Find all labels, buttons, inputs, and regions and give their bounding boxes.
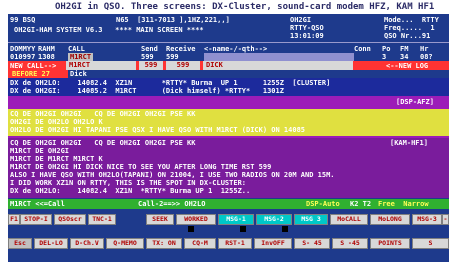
fkey-qmemo[interactable]: Q-MEMO (106, 238, 144, 249)
field-dommyy: DOMMYY (10, 45, 36, 53)
status-call2: Call-2==>> OH2LO (138, 200, 206, 208)
fkey-dchv[interactable]: D-Ch.V (70, 238, 104, 249)
indicator-3 (282, 226, 288, 232)
rtty-line-2: OH2GI DE OH2LO OH2LO K (10, 118, 103, 126)
kam-line-3: M1RCT DE M1RCT M1RCT K (10, 155, 103, 163)
fkey-qsoscr[interactable]: QSOscr (54, 214, 86, 225)
cluster-spot-2: DX de OH2GI: 14085.2 M1RCT (Dick himself… (10, 87, 284, 95)
fkey-extra[interactable]: - (442, 214, 449, 225)
value-po: 3 (382, 53, 387, 61)
fkey-msg-3b[interactable]: MSG-3 (412, 214, 442, 225)
value-fm: 34 (400, 53, 409, 61)
header-bsq: 99 BSQ (10, 16, 36, 24)
field-po: Po (382, 45, 391, 53)
fkey-worked[interactable]: WORKED (176, 214, 216, 225)
kam-line-7: DX de OH2LO: 14082.4 XZ1N *RTTY* Burma U… (10, 187, 251, 195)
fkey-cqm[interactable]: CQ-M (184, 238, 216, 249)
fkey-s45b[interactable]: S -45 (332, 238, 368, 249)
field-call: CALL (68, 45, 85, 53)
new-call-input[interactable]: M1RCT (66, 61, 136, 70)
value-receive[interactable]: 599 (166, 53, 179, 61)
value-date: 010997 (10, 53, 36, 61)
kam-line-6: I DID WORK XZ1N ON RTTY, THIS IS THE SPO… (10, 179, 247, 187)
field-conn: Conn (354, 45, 371, 53)
new-log-label: <--NEW LOG (386, 62, 429, 70)
value-name-qth[interactable] (204, 53, 354, 61)
rtty-line-1: CQ DE OH2GI OH2GI CQ DE OH2GI OH2GI PSE … (10, 110, 196, 118)
field-receive: Receive (166, 45, 196, 53)
kam-line-5: ALSO I HAVE QSO WITH OH2LO(TAPANI) ON 21… (10, 171, 335, 179)
new-receive-input[interactable]: 599 (166, 61, 200, 70)
fkey-seek[interactable]: SEEK (146, 214, 174, 225)
header-rtty-qso: RTTY-QSO (290, 24, 324, 32)
header-qso-number: QSO Nr...91 (384, 32, 431, 40)
fkey-rst1[interactable]: RST-1 (218, 238, 252, 249)
header-clock: 13:01:09 (290, 32, 324, 40)
value-time: 1308 (38, 53, 55, 61)
value-call[interactable]: M1RCT (68, 53, 94, 61)
before-count: BEFORE 27 (12, 70, 50, 78)
kam-line-4: M1RCT DE OH2GI HI DICK NICE TO SEE YOU A… (10, 163, 272, 171)
status-call: M1RCT <<=Call (10, 200, 65, 208)
header-own-call: OH2GI (290, 16, 312, 24)
indicator-2 (240, 226, 246, 232)
fkey-mocall[interactable]: MoCALL (330, 214, 368, 225)
fkey-msg2[interactable]: MSG-2 (256, 214, 292, 225)
kam-line-1: CQ DE OH2GI OH2GI CQ DE OH2GI OH2GI PSE … (10, 139, 196, 147)
field-hr: Hr (420, 45, 429, 53)
kam-tag: [KAM-HF1] (390, 139, 428, 147)
header-divider (8, 42, 449, 43)
new-name-input[interactable]: DICK (203, 61, 353, 70)
photo-frame: OH2GI in QSO. Three screens: DX-Cluster,… (0, 0, 454, 275)
fkey-s[interactable]: S (412, 238, 449, 249)
new-send-input[interactable]: 599 (139, 61, 163, 70)
screen-caption: OH2GI in QSO. Three screens: DX-Cluster,… (55, 2, 435, 12)
fkey-s45a[interactable]: S- 45 (294, 238, 330, 249)
indicator-1 (188, 226, 194, 232)
value-send[interactable]: 599 (141, 53, 154, 61)
app-title: OH2GI-HAM SYSTEM V6.3 **** MAIN SCREEN *… (14, 26, 204, 34)
fkey-f1[interactable]: F1 (8, 214, 20, 225)
rtty-line-3: OH2LO DE OH2GI HI TAPANI PSE QSX I HAVE … (10, 126, 306, 134)
fkey-tnc1[interactable]: TNC-1 (88, 214, 116, 225)
fkey-del-lo[interactable]: DEL-LO (34, 238, 68, 249)
field-fm: FM (400, 45, 409, 53)
dsp-afz-tag: [DSP-AFZ] (396, 98, 434, 106)
fkey-esc[interactable]: Esc (8, 238, 32, 249)
field-name-qth: <-name-/-qth--> (204, 45, 268, 53)
header-mode: Mode... RTTY (384, 16, 439, 24)
field-send: Send (141, 45, 158, 53)
header-freq: Freq..... 1 (384, 24, 435, 32)
fkey-invoff[interactable]: InvOFF (254, 238, 292, 249)
status-k2t2: K2 T2 (350, 200, 372, 208)
fkey-stop[interactable]: STOP-I (20, 214, 52, 225)
fkey-points[interactable]: POINTS (370, 238, 410, 249)
new-call-label: NEW CALL--> (10, 62, 57, 70)
field-rahm: RAHM (38, 45, 55, 53)
status-free-narrow: Free Narrow (378, 200, 429, 208)
header-frequency-info: N65 [311-7013 ],1HZ,221,,] (116, 16, 230, 24)
status-dsp: DSP-Auto (306, 200, 340, 208)
fkey-tx-on[interactable]: TX: ON (146, 238, 182, 249)
kam-line-2: M1RCT DE OH2GI (10, 147, 70, 155)
cluster-spot-1: DX de OH2LO: 14082.4 XZ1N *RTTY* Burma U… (10, 79, 331, 87)
fkey-msg3[interactable]: MSG 3 (294, 214, 328, 225)
value-hr: 08? (420, 53, 433, 61)
fkey-msg1[interactable]: MSG-1 (218, 214, 254, 225)
terminal-screen: 99 BSQ N65 [311-7013 ],1HZ,221,,] OH2GI … (8, 14, 449, 262)
fkey-molong[interactable]: MoLONG (370, 214, 410, 225)
before-name: Dick (70, 70, 87, 78)
